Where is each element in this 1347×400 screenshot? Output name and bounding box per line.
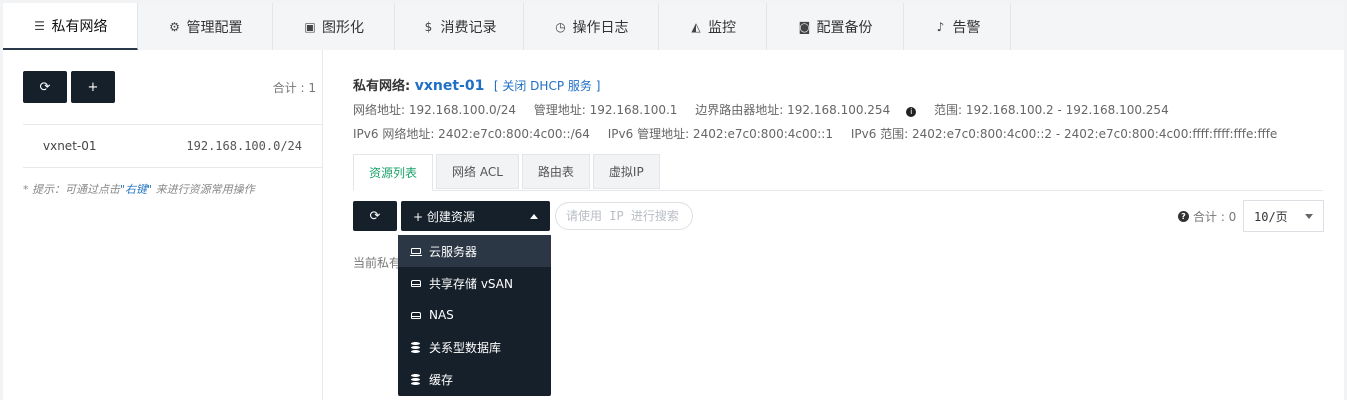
create-resource-label: + 创建资源 — [413, 209, 475, 224]
tab-label: 配置备份 — [816, 19, 873, 36]
help-icon[interactable]: ? — [1178, 211, 1189, 222]
subtab-3[interactable]: 虚拟IP — [592, 154, 660, 189]
create-resource-button[interactable]: + 创建资源 — [401, 201, 550, 231]
info-icon[interactable]: i — [906, 107, 917, 117]
network-name-link[interactable]: vxnet-01 — [415, 78, 485, 94]
ipv6-range: IPv6 范围: 2402:e7c0:800:4c00::2 - 2402:e7… — [850, 127, 1278, 141]
page-size-select[interactable]: 10/页 — [1243, 200, 1324, 232]
network-address: 网络地址: 192.168.100.0/24 — [353, 103, 516, 117]
detail-title: 私有网络: vxnet-01 [ 关闭 DHCP 服务 ] — [353, 75, 600, 94]
manage-address: 管理地址: 192.168.100.1 — [533, 103, 678, 117]
detail-label: 私有网络: — [353, 79, 411, 94]
menu-item-label: 关系型数据库 — [429, 340, 502, 355]
address-range: 范围: 192.168.100.2 - 192.168.100.254 — [934, 103, 1169, 117]
disable-dhcp-link[interactable]: [ 关闭 DHCP 服务 ] — [494, 79, 601, 93]
tab-3[interactable]: $ 消费记录 — [395, 3, 524, 50]
tab-7[interactable]: ♪ 告警 — [904, 3, 1011, 50]
camera-icon: ◙ — [798, 19, 811, 34]
plus-icon: + — [87, 79, 99, 95]
menu-item-2[interactable]: NAS — [398, 299, 551, 331]
usage-hint: * 提示：可通过点击"右键" 来进行资源常用操作 — [23, 181, 255, 197]
laptop-icon — [409, 248, 422, 256]
create-resource-menu: 云服务器共享存储 vSAN NAS 关系型数据库 缓存 — [398, 235, 551, 396]
tab-6[interactable]: ◙ 配置备份 — [767, 3, 904, 50]
menu-item-label: 共享存储 vSAN — [429, 276, 513, 291]
image-icon: ▣ — [304, 19, 316, 34]
refresh-button[interactable]: ⟳ — [23, 71, 67, 103]
menu-item-1[interactable]: 共享存储 vSAN — [398, 267, 551, 299]
top-tab-bar: ☰ 私有网络 ⚙ 管理配置 ▣ 图形化 $ 消费记录 ◷ 操作日志 ◭ 监控 ◙ 配置备份 ♪ 告警 — [3, 3, 1344, 50]
tab-label: 操作日志 — [572, 19, 629, 36]
main-content: ⟳ + 合计 : 1 vxnet-01 192.168.100.0/24 * 提… — [3, 50, 1344, 400]
tab-label: 监控 — [708, 19, 736, 36]
detail-subtabs: 资源列表 网络 ACL 路由表 虚拟IP — [353, 154, 1323, 191]
menu-item-4[interactable]: 缓存 — [398, 363, 551, 395]
refresh-icon: ⟳ — [39, 79, 51, 95]
tab-1[interactable]: ⚙ 管理配置 — [138, 3, 273, 50]
tab-2[interactable]: ▣ 图形化 — [273, 3, 395, 50]
ip-search-input[interactable] — [555, 202, 693, 230]
ipv4-info-line: 网络地址: 192.168.100.0/24 管理地址: 192.168.100… — [353, 101, 1183, 118]
clock-icon: ◷ — [555, 19, 566, 34]
hdd-icon — [410, 279, 421, 287]
area-chart-icon: ◭ — [691, 19, 701, 34]
menu-item-label: 缓存 — [429, 372, 454, 387]
tab-label: 图形化 — [322, 19, 364, 36]
border-router-address: 边界路由器地址: 192.168.100.254 — [695, 103, 891, 117]
ipv6-manage-address: IPv6 管理地址: 2402:e7c0:800:4c00::1 — [607, 127, 833, 141]
tab-0[interactable]: ☰ 私有网络 — [3, 3, 138, 50]
tab-5[interactable]: ◭ 监控 — [659, 3, 767, 50]
ipv6-info-line: IPv6 网络地址: 2402:e7c0:800:4c00::/64 IPv6 … — [353, 125, 1291, 142]
hdd-icon — [410, 311, 421, 319]
menu-item-label: NAS — [429, 308, 454, 322]
hint-suffix: 来进行资源常用操作 — [152, 183, 255, 196]
tab-4[interactable]: ◷ 操作日志 — [524, 3, 659, 50]
refresh-resources-button[interactable]: ⟳ — [353, 201, 397, 231]
menu-item-0[interactable]: 云服务器 — [398, 235, 551, 267]
tab-label: 消费记录 — [440, 19, 497, 36]
hint-prefix: * 提示：可通过点击 — [23, 183, 120, 196]
network-row[interactable]: vxnet-01 192.168.100.0/24 — [23, 124, 322, 168]
resource-count: ? 合计 : 0 — [1178, 208, 1236, 225]
network-list-pane: ⟳ + 合计 : 1 vxnet-01 192.168.100.0/24 * 提… — [23, 50, 323, 400]
bell-icon: ♪ — [936, 19, 945, 34]
border-router: 边界路由器地址: 192.168.100.254 i — [695, 103, 917, 117]
add-network-button[interactable]: + — [71, 71, 115, 103]
menu-item-3[interactable]: 关系型数据库 — [398, 331, 551, 363]
tab-label: 私有网络 — [51, 18, 108, 35]
dollar-icon: $ — [424, 19, 433, 34]
network-cidr: 192.168.100.0/24 — [186, 139, 302, 153]
subtab-0[interactable]: 资源列表 — [353, 154, 434, 191]
database-icon — [410, 342, 421, 353]
resource-count-label: 合计 : 0 — [1193, 210, 1237, 224]
network-name: vxnet-01 — [43, 139, 97, 153]
tab-label: 告警 — [952, 19, 981, 36]
chevron-down-icon — [1305, 213, 1313, 219]
hint-key: "右键" — [120, 183, 153, 196]
page-size-value: 10/页 — [1254, 209, 1288, 224]
subtab-2[interactable]: 路由表 — [521, 154, 590, 189]
list-icon: ☰ — [34, 18, 45, 33]
network-count: 合计 : 1 — [272, 81, 316, 95]
gears-icon: ⚙ — [169, 19, 180, 34]
ipv6-network-address: IPv6 网络地址: 2402:e7c0:800:4c00::/64 — [353, 127, 590, 141]
tab-label: 管理配置 — [186, 19, 243, 36]
subtab-1[interactable]: 网络 ACL — [436, 154, 519, 189]
menu-item-label: 云服务器 — [429, 244, 478, 259]
caret-up-icon — [530, 213, 538, 219]
refresh-icon: ⟳ — [369, 208, 381, 224]
database-icon — [410, 374, 421, 385]
empty-state-text: 当前私有 — [353, 256, 402, 270]
